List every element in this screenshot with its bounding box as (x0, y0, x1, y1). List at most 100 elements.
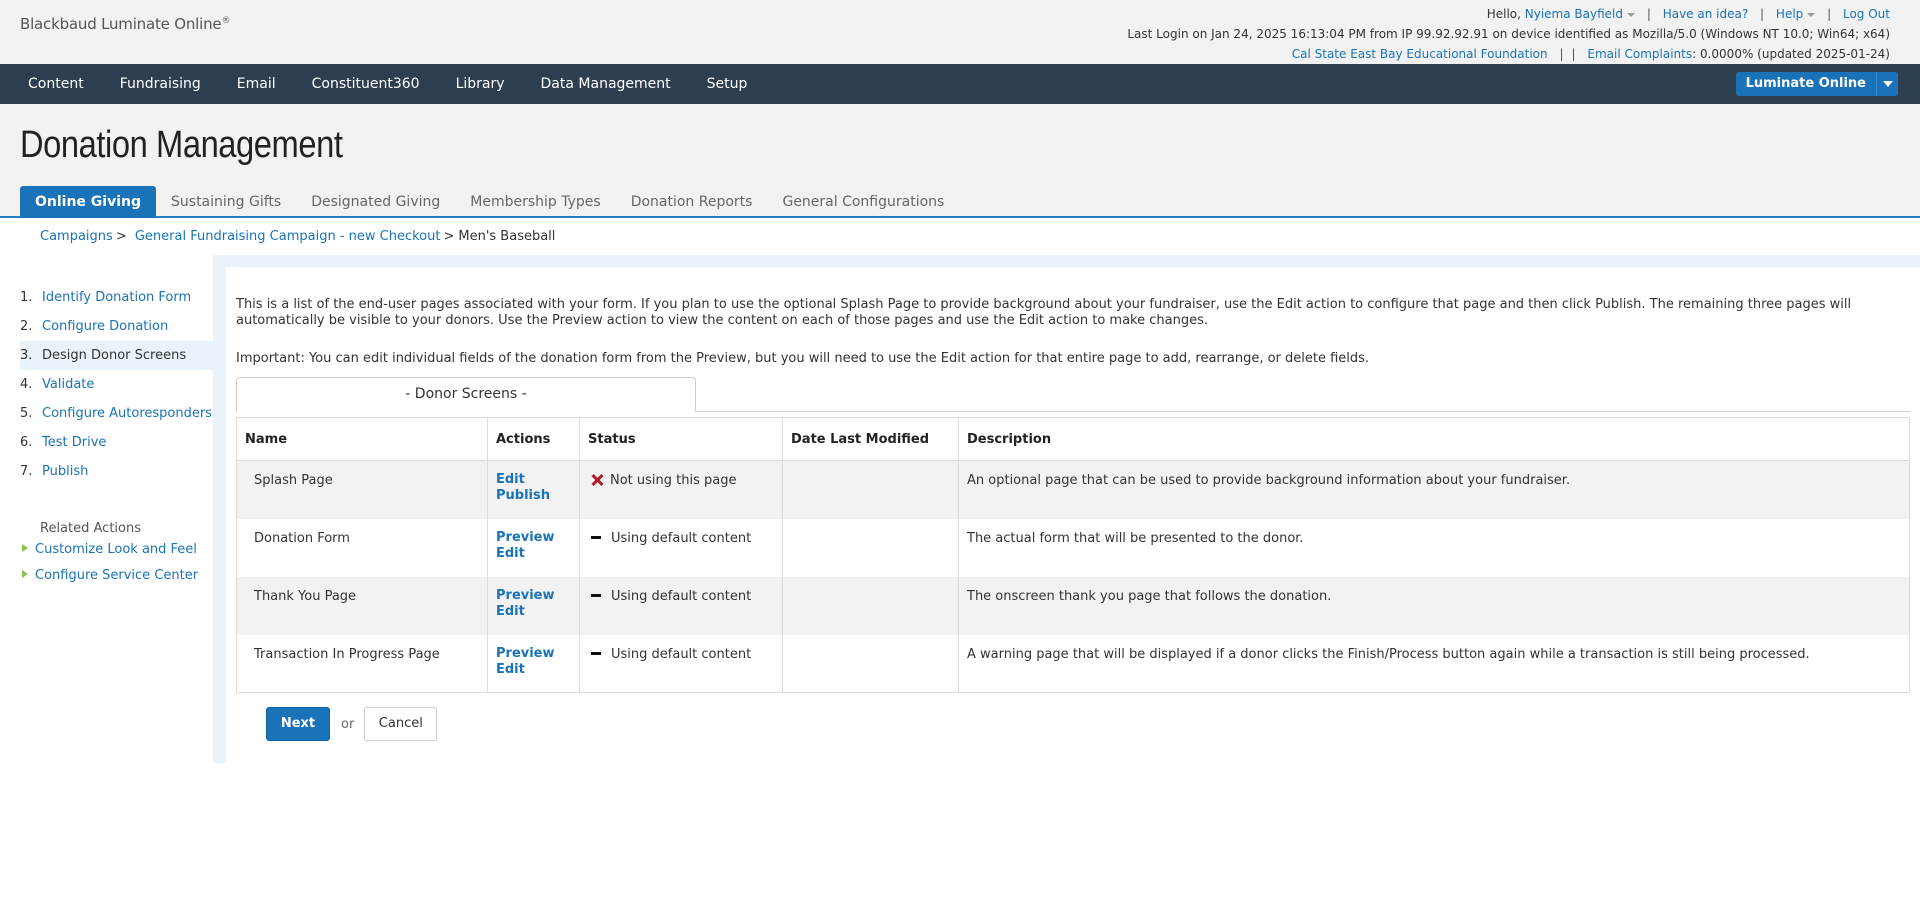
brand-name: Blackbaud Luminate Online (20, 15, 222, 33)
org-link[interactable]: Cal State East Bay Educational Foundatio… (1292, 47, 1548, 61)
luminate-dropdown-toggle[interactable] (1876, 72, 1898, 96)
nav-setup[interactable]: Setup (689, 64, 766, 104)
edit-link[interactable]: Edit (496, 546, 571, 562)
bullet-triangle-icon (22, 570, 28, 578)
row-description: A warning page that will be displayed if… (958, 634, 1910, 693)
tab-membership-types[interactable]: Membership Types (455, 186, 615, 218)
nav-constituent360[interactable]: Constituent360 (294, 64, 438, 104)
step-configure-autoresponders[interactable]: 5. Configure Autoresponders (20, 399, 213, 428)
related-configure-service-center[interactable]: Configure Service Center (22, 568, 198, 583)
help-caret-icon[interactable] (1807, 12, 1816, 17)
nav-data-management[interactable]: Data Management (523, 64, 689, 104)
brand-mark: ® (221, 16, 231, 26)
caret-down-icon (1882, 81, 1893, 87)
step-validate[interactable]: 4. Validate (20, 370, 213, 399)
top-strip: Blackbaud Luminate Online® Hello, Nyiema… (0, 0, 1920, 64)
form-actions: Next or Cancel (266, 707, 438, 741)
breadcrumb-current: Men's Baseball (458, 229, 556, 244)
breadcrumb-campaigns[interactable]: Campaigns (40, 229, 113, 244)
tab-online-giving[interactable]: Online Giving (20, 186, 157, 218)
tab-donor-screens[interactable]: - Donor Screens - (236, 377, 696, 412)
row-modified (782, 634, 959, 693)
next-button[interactable]: Next (266, 707, 330, 741)
col-description: Description (958, 417, 1910, 461)
or-text: or (341, 716, 355, 732)
nav-email[interactable]: Email (219, 64, 294, 104)
row-name: Donation Form (236, 518, 488, 577)
step-test-drive[interactable]: 6. Test Drive (20, 428, 213, 457)
row-actions: Preview Edit (487, 576, 580, 635)
donor-screens-tabbar: - Donor Screens - (236, 377, 1910, 412)
sidebar-edge (213, 255, 226, 763)
tab-designated-giving[interactable]: Designated Giving (296, 186, 455, 218)
row-description: An optional page that can be used to pro… (958, 460, 1910, 519)
wizard-sidebar: 1. Identify Donation Form 2. Configure Don… (0, 255, 213, 763)
row-name: Thank You Page (236, 576, 488, 635)
luminate-online-button[interactable]: Luminate Online (1735, 72, 1898, 96)
user-bar: Hello, Nyiema Bayfield | Have an idea? |… (1127, 7, 1890, 61)
help-link[interactable]: Help (1776, 7, 1803, 21)
breadcrumb: Campaigns > General Fundraising Campaign … (40, 229, 556, 244)
donor-screens-table: Name Actions Status Date Last Modified D… (236, 417, 1910, 693)
preview-link[interactable]: Preview (496, 588, 571, 604)
nav-library[interactable]: Library (438, 64, 523, 104)
table-header-row: Name Actions Status Date Last Modified D… (236, 417, 1910, 461)
col-date-last-modified: Date Last Modified (782, 417, 959, 461)
table-row: Donation Form Preview Edit Using default… (236, 518, 1910, 577)
edit-link[interactable]: Edit (496, 472, 571, 488)
row-description: The onscreen thank you page that follows… (958, 576, 1910, 635)
row-actions: Preview Edit (487, 634, 580, 693)
row-modified (782, 576, 959, 635)
step-configure-donation-levels[interactable]: 2.Configure Donation Levels (20, 312, 213, 363)
wizard-steps: 1. Identify Donation Form 2. Configure Don… (20, 283, 213, 486)
section-tabs: Online Giving Sustaining Gifts Designate… (20, 186, 959, 218)
important-note: Important: You can edit individual field… (236, 351, 1370, 366)
col-status: Status (579, 417, 783, 461)
publish-link[interactable]: Publish (496, 488, 571, 504)
row-modified (782, 518, 959, 577)
preview-link[interactable]: Preview (496, 646, 571, 662)
nav-content[interactable]: Content (10, 64, 102, 104)
x-icon (590, 473, 604, 487)
cancel-button[interactable]: Cancel (364, 707, 438, 741)
user-caret-icon[interactable] (1627, 12, 1635, 17)
have-idea-link[interactable]: Have an idea? (1663, 7, 1749, 21)
tab-general-configurations[interactable]: General Configurations (767, 186, 959, 218)
brand-logo: Blackbaud Luminate Online® (20, 15, 230, 33)
step-identify-donation-form[interactable]: 1. Identify Donation Form (20, 283, 213, 312)
breadcrumb-campaign[interactable]: General Fundraising Campaign - new Check… (135, 229, 441, 244)
preview-link[interactable]: Preview (496, 530, 571, 546)
tab-sustaining-gifts[interactable]: Sustaining Gifts (156, 186, 296, 218)
row-status: Using default content (579, 576, 783, 635)
last-login-text: Last Login on Jan 24, 2025 16:13:04 PM f… (1127, 27, 1890, 41)
row-actions: Edit Publish (487, 460, 580, 519)
related-customize-look-and-feel[interactable]: Customize Look and Feel (22, 542, 197, 557)
email-complaints-link[interactable]: Email Complaints (1587, 47, 1692, 61)
row-status: Using default content (579, 518, 783, 577)
nav-fundraising[interactable]: Fundraising (102, 64, 219, 104)
main-nav: Content Fundraising Email Constituent360… (0, 64, 1920, 104)
row-modified (782, 460, 959, 519)
email-complaints-value: : 0.0000% (updated 2025-01-24) (1692, 47, 1890, 61)
step-publish[interactable]: 7. Publish (20, 457, 213, 486)
user-menu-link[interactable]: Nyiema Bayfield (1525, 7, 1623, 21)
row-status: Using default content (579, 634, 783, 693)
table-row: Transaction In Progress Page Preview Edi… (236, 634, 1910, 693)
edit-link[interactable]: Edit (496, 604, 571, 620)
content-top-edge (213, 255, 1920, 267)
table-row: Thank You Page Preview Edit Using defaul… (236, 576, 1910, 635)
hello-text: Hello, (1486, 7, 1521, 21)
col-name: Name (236, 417, 488, 461)
row-description: The actual form that will be presented t… (958, 518, 1910, 577)
row-name: Splash Page (236, 460, 488, 519)
tab-donation-reports[interactable]: Donation Reports (616, 186, 768, 218)
related-actions-title: Related Actions (40, 521, 141, 536)
dash-icon (591, 593, 601, 597)
logout-link[interactable]: Log Out (1843, 7, 1890, 21)
dash-icon (591, 535, 601, 539)
edit-link[interactable]: Edit (496, 662, 571, 678)
row-status: Not using this page (579, 460, 783, 519)
page-title: Donation Management (20, 124, 343, 166)
step-design-donor-screens: 3. Design Donor Screens (20, 341, 213, 370)
luminate-online-label[interactable]: Luminate Online (1736, 72, 1876, 96)
